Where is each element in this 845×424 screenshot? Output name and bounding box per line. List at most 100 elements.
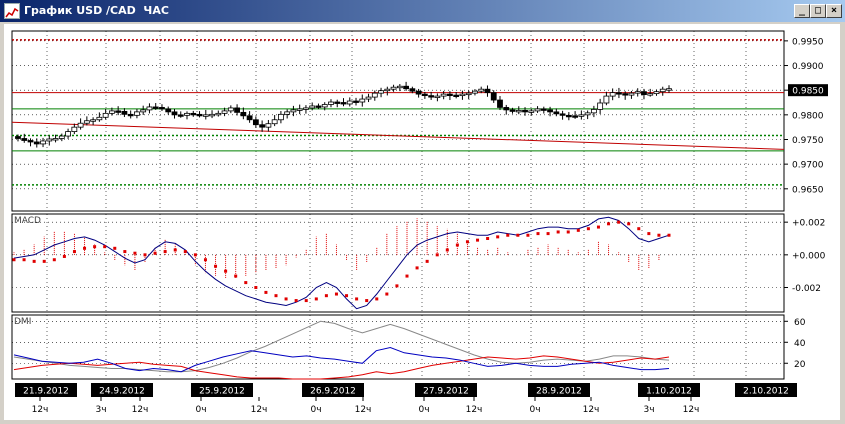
candle-body: [666, 88, 672, 91]
candle-body: [271, 119, 278, 125]
candle-body: [134, 111, 140, 116]
macd-line: [13, 216, 670, 310]
chart-app-icon: [4, 3, 20, 19]
candle-body: [628, 92, 635, 96]
candle-body: [415, 90, 422, 95]
candle-body: [490, 92, 497, 101]
candle-body: [27, 140, 34, 143]
candle-body: [184, 112, 190, 116]
candle-body: [315, 105, 322, 108]
macd-signal-point: [415, 266, 419, 270]
macd-signal-point: [405, 274, 409, 278]
dmi-axis-label: 40: [794, 339, 806, 349]
macd-signal-point: [133, 251, 137, 255]
candle-body: [265, 123, 272, 128]
macd-signal-point: [274, 294, 278, 298]
candle-body: [547, 109, 553, 113]
macd-signal-point: [375, 297, 379, 301]
macd-axis-label: +0.000: [792, 251, 826, 261]
candle-body: [196, 113, 203, 117]
macd-signal-point: [294, 299, 298, 303]
macd-signal-point: [355, 297, 359, 301]
candle-body: [108, 110, 115, 114]
candle-body: [584, 112, 591, 116]
dmi-axis-label: 60: [794, 318, 806, 328]
candle-body: [359, 98, 366, 103]
chart-area[interactable]: 0.9950 0.9900 0.9850 0.9800 0.9750 0.9700 0.96…: [4, 24, 840, 420]
candle-body: [403, 85, 409, 90]
hour-label: 0ч: [195, 405, 206, 415]
candle-body: [102, 112, 109, 118]
hour-label: 3ч: [95, 405, 106, 415]
candle-body: [497, 99, 503, 108]
price-axis-label: 0.9950: [792, 37, 824, 47]
candle-body: [459, 93, 466, 97]
dmi-panel[interactable]: 60 40 20 DMI: [11, 314, 806, 380]
macd-signal-point: [203, 258, 207, 262]
macd-signal-point: [496, 235, 500, 239]
dmi-minus-di-line: [13, 355, 670, 380]
candle-body: [465, 92, 472, 96]
candle-body: [340, 102, 347, 105]
candle-body: [590, 109, 597, 114]
window-title: График USD /CAD ЧАС: [24, 4, 169, 17]
candle-body: [115, 110, 122, 113]
candle-body: [540, 108, 547, 111]
date-label: 24.9.2012: [99, 387, 145, 397]
current-price-label: 0.9850: [792, 87, 824, 97]
candle-body: [634, 91, 641, 94]
macd-signal-point: [526, 233, 530, 237]
maximize-button[interactable]: □: [810, 4, 826, 18]
macd-signal-point: [576, 228, 580, 232]
candle-body: [365, 96, 372, 100]
macd-signal-point: [596, 225, 600, 229]
close-button[interactable]: ×: [826, 4, 842, 18]
candle-body: [346, 100, 353, 105]
candle-body: [227, 107, 234, 112]
candle-body: [284, 111, 291, 115]
macd-signal-point: [586, 227, 590, 231]
macd-signal-point: [365, 299, 369, 303]
candle-body: [659, 88, 666, 93]
macd-signal-point: [183, 250, 187, 254]
macd-signal-point: [607, 222, 611, 226]
macd-signal-point: [153, 251, 157, 255]
candle-body: [334, 101, 341, 104]
candle-body: [190, 112, 197, 116]
minimize-button[interactable]: _: [794, 4, 810, 18]
candle-body: [90, 119, 97, 122]
date-label: 21.9.2012: [23, 387, 69, 397]
macd-panel[interactable]: +0.002 +0.000 -0.002 MACD: [11, 213, 826, 313]
macd-signal-point: [42, 259, 46, 263]
candle-body: [378, 90, 384, 94]
candle-body: [509, 109, 516, 112]
candle-body: [171, 111, 178, 116]
price-axis-label: 0.9700: [792, 161, 824, 171]
candle-body: [484, 88, 491, 94]
macd-signal-point: [455, 243, 459, 247]
macd-signal-point: [123, 250, 127, 254]
candle-body: [259, 124, 266, 128]
time-axis: 21.9.2012 24.9.2012 25.9.2012 26.9.2012 27.9…: [15, 383, 797, 415]
candle-body: [58, 135, 65, 139]
candle-body: [278, 113, 284, 121]
hour-label: 12ч: [583, 405, 600, 415]
candle-body: [83, 120, 90, 124]
candle-body: [52, 138, 59, 141]
candle-body: [40, 140, 46, 145]
candle-body: [478, 88, 485, 92]
candle-body: [96, 116, 103, 121]
macd-signal-point: [627, 222, 631, 226]
macd-signal-point: [32, 259, 36, 263]
macd-label: MACD: [14, 216, 41, 226]
hour-label: 12ч: [355, 405, 372, 415]
candle-body: [559, 113, 566, 116]
macd-signal-point: [22, 258, 26, 262]
candle-body: [21, 138, 28, 141]
candle-body: [234, 107, 240, 113]
macd-signal-point: [173, 248, 177, 252]
macd-signal-point: [506, 233, 510, 237]
price-panel[interactable]: 0.9950 0.9900 0.9850 0.9800 0.9750 0.9700 0.96…: [11, 30, 828, 212]
candle-body: [240, 111, 247, 117]
window-titlebar: График USD /CAD ЧАС _ □ ×: [0, 0, 845, 22]
